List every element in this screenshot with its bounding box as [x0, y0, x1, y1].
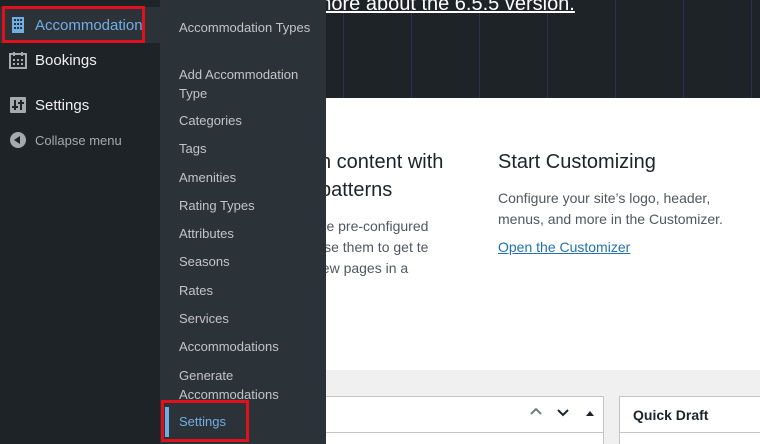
sidebar-item-settings[interactable]: Settings	[0, 87, 160, 123]
patterns-heading: n content with patterns	[320, 151, 444, 201]
submenu-item-services[interactable]: Services	[179, 309, 319, 328]
sidebar-item-label: Settings	[35, 96, 90, 114]
open-customizer-link[interactable]: Open the Customizer	[498, 239, 630, 255]
submenu-item-seasons[interactable]: Seasons	[179, 252, 319, 271]
settings-sliders-icon	[9, 96, 27, 114]
collapse-arrow-icon	[10, 132, 26, 148]
submenu-pointer	[148, 17, 160, 35]
patterns-text: are pre-configured Use them to get te ne…	[314, 218, 429, 276]
submenu-item-amenities[interactable]: Amenities	[179, 168, 319, 187]
quick-draft-widget: Quick Draft	[619, 396, 760, 444]
customizer-description: Configure your site’s logo, header, menu…	[498, 190, 723, 227]
submenu-item-attributes[interactable]: Attributes	[179, 224, 319, 243]
calendar-icon	[9, 51, 27, 69]
submenu-item-tags[interactable]: Tags	[179, 139, 319, 158]
toggle-panel-icon[interactable]	[580, 405, 600, 423]
admin-sidebar: Accommodation Bookings Settings Collapse…	[0, 0, 160, 444]
accommodation-submenu: Accommodation Types Add Accommodation Ty…	[148, 0, 326, 444]
building-icon	[9, 16, 27, 34]
collapse-menu-label: Collapse menu	[35, 132, 122, 148]
start-customizing-heading: Start Customizing	[498, 151, 656, 173]
submenu-item-add-accommodation-type[interactable]: Add Accommodation Type	[179, 65, 319, 103]
welcome-panel: n content with patterns are pre-configur…	[314, 98, 760, 370]
sidebar-item-label: Bookings	[35, 51, 97, 69]
sidebar-item-label: Accommodation	[35, 16, 143, 34]
quick-draft-title: Quick Draft	[633, 407, 709, 423]
collapse-menu-button[interactable]: Collapse menu	[0, 122, 160, 158]
submenu-item-settings[interactable]: Settings	[179, 412, 319, 431]
submenu-item-rates[interactable]: Rates	[179, 281, 319, 300]
submenu-active-indicator	[165, 407, 169, 437]
dashboard-widget	[318, 396, 604, 444]
sidebar-item-accommodation[interactable]: Accommodation	[0, 7, 160, 43]
submenu-item-accommodations[interactable]: Accommodations	[179, 337, 319, 356]
submenu-item-categories[interactable]: Categories	[179, 111, 319, 130]
submenu-item-rating-types[interactable]: Rating Types	[179, 196, 319, 215]
submenu-item-generate-accommodations[interactable]: Generate Accommodations	[179, 366, 289, 404]
submenu-item-accommodation-types[interactable]: Accommodation Types	[179, 18, 319, 37]
move-down-icon[interactable]	[553, 405, 573, 423]
move-up-icon[interactable]	[526, 405, 546, 423]
sidebar-item-bookings[interactable]: Bookings	[0, 42, 160, 78]
